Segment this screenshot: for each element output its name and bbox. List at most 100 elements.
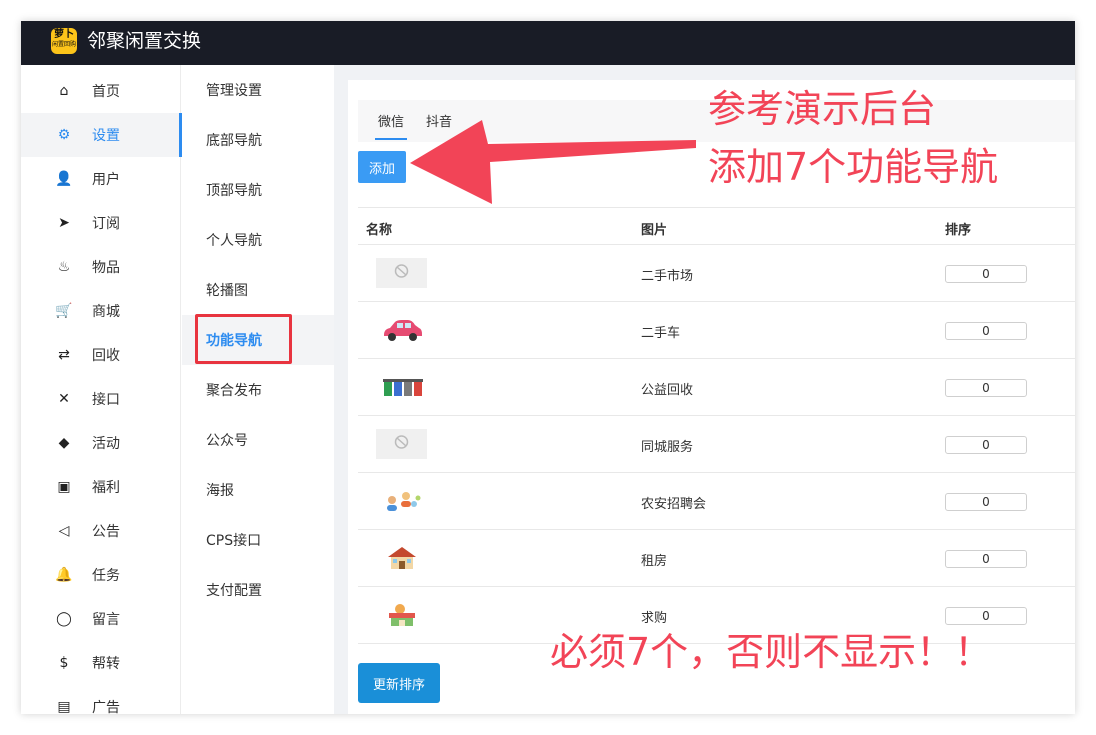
order-input[interactable]: [945, 322, 1027, 340]
order-input[interactable]: [945, 265, 1027, 283]
row-name: 公益回收: [641, 383, 694, 398]
subnav-item-6[interactable]: 聚合发布: [182, 365, 334, 415]
fire-icon: ♨: [57, 259, 71, 275]
row-name: 同城服务: [641, 440, 694, 455]
cart-icon: 🛒: [55, 303, 73, 319]
sidebar-item-6[interactable]: ⇄ 回收: [21, 333, 181, 377]
sidebar-item-2[interactable]: 👤 用户: [21, 157, 181, 201]
table-row: 二手车: [358, 302, 1075, 359]
sidebar-item-8[interactable]: ◆ 活动: [21, 421, 181, 465]
top-bar: 萝卜 闲置回购 邻聚闲置交换: [21, 21, 1075, 65]
update-order-button[interactable]: 更新排序: [358, 663, 440, 703]
subnav-item-9[interactable]: CPS接口: [182, 515, 334, 565]
row-name: 农安招聘会: [641, 497, 707, 512]
diamond-icon: ◆: [58, 435, 70, 451]
shuffle-icon: ⇄: [58, 347, 70, 363]
subnav-item-10[interactable]: 支付配置: [182, 565, 334, 615]
subnav-item-7[interactable]: 公众号: [182, 415, 334, 465]
shop-icon: [376, 600, 427, 630]
subnav-item-3[interactable]: 个人导航: [182, 215, 334, 265]
order-input[interactable]: [945, 607, 1027, 625]
row-name: 二手车: [641, 326, 681, 341]
row-name: 求购: [641, 611, 668, 626]
order-input[interactable]: [945, 493, 1027, 511]
sidebar-item-label: 福利: [92, 480, 120, 496]
sidebar-item-3[interactable]: ➤ 订阅: [21, 201, 181, 245]
sidebar-item-label: 首页: [92, 84, 120, 100]
gear-icon: ⚙: [57, 127, 71, 143]
sidebar-item-10[interactable]: ◁ 公告: [21, 509, 181, 553]
speaker-icon: ◁: [58, 523, 70, 539]
chat-icon: ◯: [56, 611, 72, 627]
gift-icon: ▣: [57, 479, 71, 495]
dollar-icon: $: [59, 655, 69, 671]
annotation-line-2: 添加7个功能导航: [708, 145, 999, 189]
main-sidebar: ⌂ 首页 ⚙ 设置 👤 用户 ➤ 订阅 ♨ 物品 🛒 商城 ⇄ 回收 ✕ 接口 ◆ 活动 ▣ 福利 ◁ 公告 🔔 任务 ◯ 留言 $…: [21, 65, 182, 714]
people-icon: [376, 486, 427, 516]
home-icon: ⌂: [59, 83, 69, 99]
sidebar-item-9[interactable]: ▣ 福利: [21, 465, 181, 509]
order-input[interactable]: [945, 550, 1027, 568]
column-order-header: 排序: [945, 223, 972, 238]
bell-icon: 🔔: [55, 567, 73, 583]
paper-plane-icon: ➤: [58, 215, 70, 231]
table-row: 公益回收: [358, 359, 1075, 416]
sidebar-item-0[interactable]: ⌂ 首页: [21, 69, 181, 113]
subnav-item-5[interactable]: 功能导航: [182, 315, 334, 365]
annotation-arrow: [410, 120, 696, 204]
sidebar-item-label: 设置: [92, 128, 120, 144]
sidebar-item-12[interactable]: ◯ 留言: [21, 597, 181, 641]
column-name-header: 名称: [366, 223, 393, 238]
sidebar-item-label: 任务: [92, 568, 120, 584]
logo-subtext: 闲置回购: [51, 41, 76, 48]
table-row: 同城服务: [358, 416, 1075, 473]
annotation-line-1: 参考演示后台: [708, 87, 937, 131]
row-name: 租房: [641, 554, 668, 569]
column-image-header: 图片: [641, 223, 668, 238]
tools-icon: ✕: [58, 391, 70, 407]
table-header: 名称 图片 排序: [358, 207, 1075, 245]
sidebar-item-4[interactable]: ♨ 物品: [21, 245, 181, 289]
sidebar-item-14[interactable]: ▤ 广告: [21, 685, 181, 714]
car-icon: [376, 315, 427, 345]
user-icon: 👤: [55, 171, 73, 187]
house-icon: [376, 543, 427, 573]
subnav-item-4[interactable]: 轮播图: [182, 265, 334, 315]
sidebar-item-label: 用户: [92, 172, 120, 188]
order-input[interactable]: [945, 436, 1027, 454]
sidebar-item-13[interactable]: $ 帮转: [21, 641, 181, 685]
subnav-item-0[interactable]: 管理设置: [182, 65, 334, 115]
subnav-item-1[interactable]: 底部导航: [182, 115, 334, 165]
order-input[interactable]: [945, 379, 1027, 397]
clipboard-icon: ▤: [57, 699, 71, 714]
recycle-bins-icon: [376, 372, 427, 402]
tab-wechat[interactable]: 微信: [374, 111, 408, 140]
placeholder-image: [376, 258, 427, 288]
sidebar-item-label: 回收: [92, 348, 120, 364]
subnav-item-2[interactable]: 顶部导航: [182, 165, 334, 215]
table-row: 二手市场: [358, 245, 1075, 302]
sidebar-item-label: 订阅: [92, 216, 120, 232]
annotation-line-3: 必须7个，否则不显示！！: [550, 630, 993, 674]
app-title: 邻聚闲置交换: [87, 30, 202, 52]
sidebar-item-label: 留言: [92, 612, 120, 628]
logo-text: 萝卜: [54, 29, 74, 40]
app-logo: 萝卜 闲置回购: [51, 28, 77, 54]
sidebar-item-label: 物品: [92, 260, 120, 276]
sidebar-item-label: 接口: [92, 392, 120, 408]
sidebar-item-label: 活动: [92, 436, 120, 452]
sidebar-item-7[interactable]: ✕ 接口: [21, 377, 181, 421]
placeholder-image: [376, 429, 427, 459]
sidebar-item-label: 公告: [92, 524, 120, 540]
sidebar-item-11[interactable]: 🔔 任务: [21, 553, 181, 597]
sidebar-item-1[interactable]: ⚙ 设置: [21, 113, 182, 157]
table-row: 农安招聘会: [358, 473, 1075, 530]
sidebar-item-label: 帮转: [92, 656, 120, 672]
row-name: 二手市场: [641, 269, 694, 284]
sidebar-item-5[interactable]: 🛒 商城: [21, 289, 181, 333]
subnav-item-8[interactable]: 海报: [182, 465, 334, 515]
sidebar-item-label: 商城: [92, 304, 120, 320]
add-button[interactable]: 添加: [358, 151, 406, 183]
settings-subnav: 管理设置 底部导航 顶部导航 个人导航 轮播图 功能导航 聚合发布 公众号 海报 CPS接口 支付配…: [182, 65, 334, 714]
sidebar-item-label: 广告: [92, 700, 120, 714]
